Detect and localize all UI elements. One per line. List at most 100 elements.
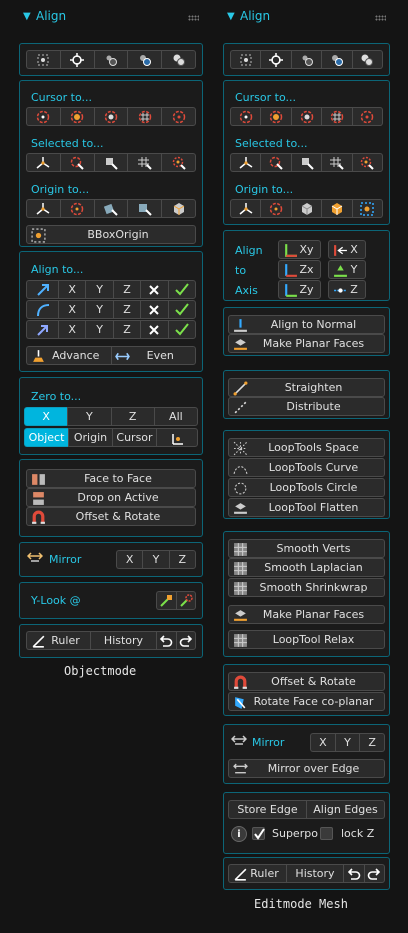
rotate-face-button[interactable]: Rotate Face co-planar bbox=[228, 692, 385, 711]
mirror-y-button[interactable]: Y bbox=[142, 550, 169, 569]
origin-to-cursor-button[interactable] bbox=[260, 199, 291, 218]
lock-z-checkbox[interactable] bbox=[320, 827, 333, 840]
view-cursor-button[interactable] bbox=[260, 50, 291, 69]
cursor-to-bbox-button[interactable] bbox=[161, 107, 196, 126]
cursor-to-center-button[interactable] bbox=[93, 107, 128, 126]
align-curve-button[interactable] bbox=[26, 300, 58, 319]
align-xy-button[interactable]: Xy bbox=[278, 240, 321, 259]
view-multi-button[interactable] bbox=[161, 50, 196, 69]
mirror-x-button[interactable]: X bbox=[310, 733, 335, 752]
align-z-button[interactable]: Z bbox=[328, 280, 366, 299]
looptool-relax-button[interactable]: LoopTool Relax bbox=[228, 630, 385, 649]
align-to-normal-button[interactable]: Align to Normal bbox=[228, 315, 385, 334]
redo-button[interactable] bbox=[363, 864, 385, 883]
undo-button[interactable] bbox=[156, 631, 176, 650]
mirror-z-button[interactable]: Z bbox=[359, 733, 386, 752]
align-corner-button[interactable] bbox=[26, 320, 58, 339]
selected-to-cursor-button[interactable] bbox=[260, 153, 291, 172]
align-apply-3[interactable] bbox=[167, 320, 197, 339]
view-origin-button[interactable] bbox=[93, 50, 128, 69]
cursor-to-selected-button[interactable] bbox=[26, 107, 60, 126]
view-pivot-button[interactable] bbox=[127, 50, 162, 69]
collapse-triangle-icon[interactable]: ▼ bbox=[23, 11, 31, 22]
ruler-button[interactable]: Ruler bbox=[26, 631, 90, 650]
align-clear-2[interactable] bbox=[140, 300, 168, 319]
smooth-verts-button[interactable]: Smooth Verts bbox=[228, 539, 385, 558]
align-y-1[interactable]: Y bbox=[85, 280, 113, 299]
align-z-3[interactable]: Z bbox=[112, 320, 141, 339]
selected-to-active-button[interactable] bbox=[93, 153, 128, 172]
view-selected-button[interactable] bbox=[26, 50, 60, 69]
align-zy-button[interactable]: Zy bbox=[278, 280, 321, 299]
advance-button[interactable]: Advance bbox=[26, 346, 111, 365]
store-edge-button[interactable]: Store Edge bbox=[228, 800, 306, 819]
align-z-2[interactable]: Z bbox=[112, 300, 141, 319]
align-z-1[interactable]: Z bbox=[112, 280, 141, 299]
origin-to-active-button[interactable] bbox=[321, 199, 352, 218]
undo-button[interactable] bbox=[343, 864, 364, 883]
align-x-2[interactable]: X bbox=[58, 300, 86, 319]
mirror-x-button[interactable]: X bbox=[116, 550, 143, 569]
zero-origin-button[interactable]: Origin bbox=[68, 428, 112, 447]
view-multi-button[interactable] bbox=[351, 50, 384, 69]
zero-cursor-button[interactable]: Cursor bbox=[112, 428, 156, 447]
origin-to-cursor-button[interactable] bbox=[59, 199, 94, 218]
origin-to-surface-button[interactable] bbox=[127, 199, 162, 218]
align-y-2[interactable]: Y bbox=[85, 300, 113, 319]
offset-rotate-button[interactable]: Offset & Rotate bbox=[228, 672, 385, 691]
zero-all-button[interactable]: All bbox=[153, 407, 198, 426]
cursor-to-center-button[interactable] bbox=[290, 107, 322, 126]
selected-to-grid-button[interactable] bbox=[321, 153, 352, 172]
looptools-circle-button[interactable]: LoopTools Circle bbox=[228, 478, 385, 497]
align-y-button[interactable]: Y bbox=[328, 260, 366, 279]
align-clear-1[interactable] bbox=[140, 280, 168, 299]
cursor-to-grid-button[interactable] bbox=[321, 107, 352, 126]
panel-header[interactable]: ▼ Align bbox=[19, 9, 203, 27]
align-apply-1[interactable] bbox=[167, 280, 197, 299]
align-arrow-button[interactable] bbox=[26, 280, 58, 299]
zero-apply-button[interactable] bbox=[156, 428, 198, 447]
drag-grip-icon[interactable] bbox=[188, 15, 199, 21]
cursor-to-active-button[interactable] bbox=[59, 107, 94, 126]
origin-to-geometry-button[interactable] bbox=[230, 199, 261, 218]
selected-to-bbox-button[interactable] bbox=[351, 153, 384, 172]
smooth-shrinkwrap-button[interactable]: Smooth Shrinkwrap bbox=[228, 578, 385, 597]
align-x-button[interactable]: X bbox=[328, 240, 366, 259]
looptools-curve-button[interactable]: LoopTools Curve bbox=[228, 458, 385, 477]
ylook-cursor-button[interactable] bbox=[175, 591, 196, 610]
make-planar-faces-button[interactable]: Make Planar Faces bbox=[228, 334, 385, 353]
offset-rotate-button[interactable]: Offset & Rotate bbox=[26, 507, 196, 526]
face-to-face-button[interactable]: Face to Face bbox=[26, 469, 196, 488]
cursor-to-active-button[interactable] bbox=[260, 107, 291, 126]
make-planar-faces-button-2[interactable]: Make Planar Faces bbox=[228, 605, 385, 624]
mirror-over-edge-button[interactable]: Mirror over Edge bbox=[228, 759, 385, 778]
align-x-3[interactable]: X bbox=[58, 320, 86, 339]
view-pivot-button[interactable] bbox=[321, 50, 352, 69]
align-y-3[interactable]: Y bbox=[85, 320, 113, 339]
looptools-space-button[interactable]: LoopTools Space bbox=[228, 438, 385, 457]
align-x-1[interactable]: X bbox=[58, 280, 86, 299]
mirror-y-button[interactable]: Y bbox=[334, 733, 360, 752]
cursor-to-grid-button[interactable] bbox=[127, 107, 162, 126]
selected-to-bbox-button[interactable] bbox=[161, 153, 196, 172]
distribute-button[interactable]: Distribute bbox=[228, 397, 385, 416]
even-button[interactable]: Even bbox=[110, 346, 196, 365]
collapse-triangle-icon[interactable]: ▼ bbox=[227, 11, 235, 22]
selected-to-grid-button[interactable] bbox=[127, 153, 162, 172]
cursor-to-bbox-button[interactable] bbox=[351, 107, 384, 126]
history-button[interactable]: History bbox=[90, 631, 156, 650]
origin-to-object-button[interactable] bbox=[290, 199, 322, 218]
ylook-active-button[interactable] bbox=[156, 591, 176, 610]
zero-x-button[interactable]: X bbox=[24, 407, 68, 426]
selected-to-origin-button[interactable] bbox=[26, 153, 60, 172]
origin-to-object-button[interactable] bbox=[161, 199, 196, 218]
cursor-to-selected-button[interactable] bbox=[230, 107, 261, 126]
origin-to-bbox-button[interactable] bbox=[351, 199, 384, 218]
zero-y-button[interactable]: Y bbox=[67, 407, 111, 426]
bbox-origin-button[interactable]: BBoxOrigin bbox=[26, 225, 196, 244]
history-button[interactable]: History bbox=[286, 864, 343, 883]
ruler-button[interactable]: Ruler bbox=[228, 864, 286, 883]
origin-to-mass-button[interactable] bbox=[93, 199, 128, 218]
straighten-button[interactable]: Straighten bbox=[228, 378, 385, 397]
info-icon[interactable]: i bbox=[231, 826, 247, 842]
